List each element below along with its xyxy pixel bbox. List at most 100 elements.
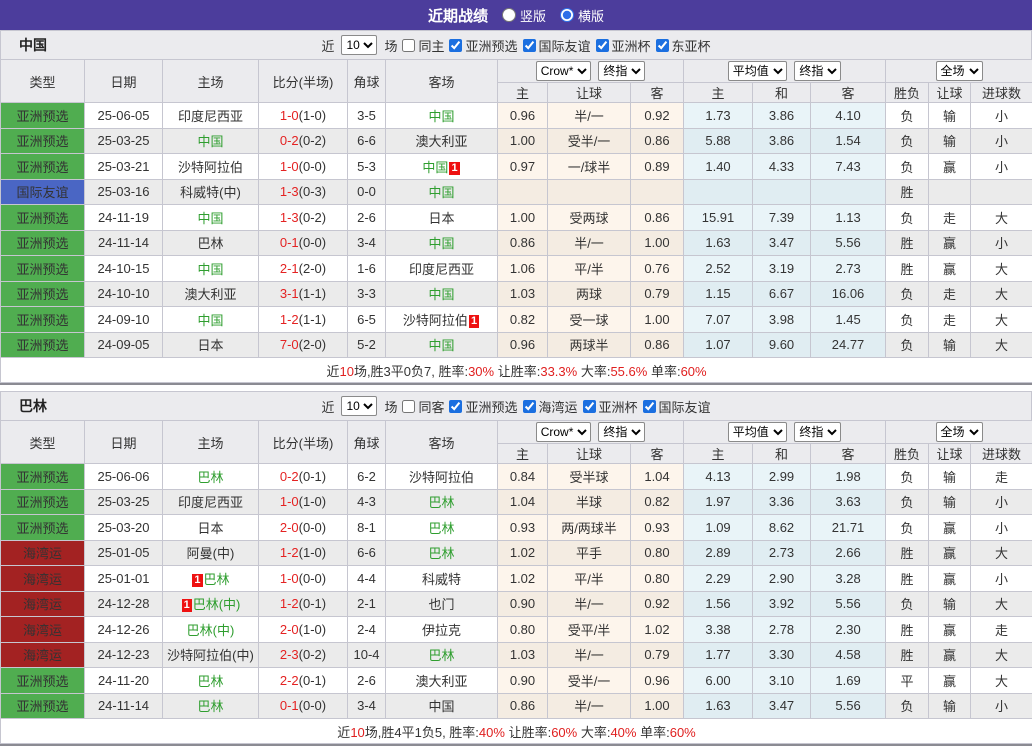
- same-venue-checkbox[interactable]: [402, 39, 415, 52]
- avg-draw-odds-cell: 6.67: [753, 281, 811, 307]
- bookmaker-select[interactable]: Crow*: [536, 61, 591, 81]
- competition-checkbox[interactable]: [449, 400, 462, 413]
- fulltime-score: 0-2: [280, 133, 299, 148]
- bookmaker-select[interactable]: Crow*: [536, 422, 591, 442]
- avg-home-odds-cell: 1.09: [684, 515, 753, 541]
- avg-draw-odds-cell: 3.86: [753, 128, 811, 154]
- competition-checkbox[interactable]: [656, 39, 669, 52]
- result-scope-group: 全场: [886, 421, 1032, 444]
- bookmaker-handicap-cell: 两球: [548, 281, 631, 307]
- matches-table: 类型 日期 主场 比分(半场) 角球 客场 Crow* 终指 平均值 终指: [0, 59, 1032, 383]
- competition-option[interactable]: 亚洲预选: [449, 36, 517, 55]
- score-cell: 7-0(2-0): [259, 332, 348, 358]
- recent-count-select[interactable]: 10: [341, 396, 377, 416]
- result-handicap-cell: 赢: [929, 154, 971, 180]
- bookmaker-home-odds-cell: 0.82: [498, 307, 548, 333]
- competition-option[interactable]: 国际友谊: [523, 36, 591, 55]
- avg-draw-odds-cell: 3.92: [753, 591, 811, 617]
- result-goals-cell: 走: [971, 464, 1032, 490]
- average-odds-type-select[interactable]: 终指: [794, 61, 841, 81]
- halftime-score: (0-1): [299, 596, 326, 611]
- layout-vertical-option[interactable]: 竖版: [502, 6, 546, 25]
- competition-option[interactable]: 亚洲预选: [449, 397, 517, 416]
- home-team-name: 巴林(中): [187, 623, 235, 638]
- summary-segment: 60%: [551, 725, 577, 740]
- halftime-score: (0-0): [299, 571, 326, 586]
- average-select[interactable]: 平均值: [728, 61, 787, 81]
- home-team-cell: 科威特(中): [163, 179, 259, 205]
- avg-draw-odds-cell: 3.30: [753, 642, 811, 668]
- result-winloss-cell: 胜: [886, 566, 929, 592]
- bookmaker-odds-type-select[interactable]: 终指: [598, 422, 645, 442]
- type-cell: 亚洲预选: [1, 103, 85, 129]
- avg-home-odds-cell: [684, 179, 753, 205]
- filter-bar: 近 10 场 同客 亚洲预选海湾运亚洲杯国际友谊: [321, 396, 710, 416]
- competition-option[interactable]: 海湾运: [523, 397, 578, 416]
- average-select[interactable]: 平均值: [728, 422, 787, 442]
- col-corners-header: 角球: [348, 421, 386, 464]
- score-cell: 1-2(1-1): [259, 307, 348, 333]
- result-winloss-cell: 负: [886, 464, 929, 490]
- vertical-radio[interactable]: [502, 8, 516, 22]
- away-team-cell: 中国: [386, 693, 498, 719]
- competition-checkbox[interactable]: [583, 400, 596, 413]
- bookmaker-away-odds-cell: 1.02: [631, 617, 684, 643]
- corners-cell: 6-6: [348, 128, 386, 154]
- date-cell: 24-11-19: [85, 205, 163, 231]
- result-winloss-cell: 胜: [886, 617, 929, 643]
- competition-checkbox[interactable]: [449, 39, 462, 52]
- recent-count-select[interactable]: 10: [341, 35, 377, 55]
- matches-label: 场: [384, 397, 397, 416]
- home-team-cell: 巴林: [163, 693, 259, 719]
- avg-draw-odds-cell: 3.98: [753, 307, 811, 333]
- result-goals-cell: 小: [971, 230, 1032, 256]
- away-team-cell: 科威特: [386, 566, 498, 592]
- summary-text: 近10场,胜3平0负7, 胜率:30% 让胜率:33.3% 大率:55.6% 单…: [1, 358, 1032, 383]
- summary-segment: 大率:: [577, 725, 610, 740]
- halftime-score: (0-2): [299, 133, 326, 148]
- competition-checkbox[interactable]: [523, 400, 536, 413]
- competition-checkbox[interactable]: [596, 39, 609, 52]
- home-team-cell: 印度尼西亚: [163, 103, 259, 129]
- corners-cell: 8-1: [348, 515, 386, 541]
- scope-select[interactable]: 全场: [936, 422, 983, 442]
- col-home-header: 主场: [163, 60, 259, 103]
- same-venue-option[interactable]: 同客: [402, 397, 444, 416]
- competition-option[interactable]: 亚洲杯: [583, 397, 638, 416]
- result-winloss-cell: 平: [886, 668, 929, 694]
- col-home-header: 主场: [163, 421, 259, 464]
- competition-option[interactable]: 东亚杯: [656, 36, 711, 55]
- bookmaker-handicap-cell: 半/一: [548, 591, 631, 617]
- avg-away-odds-cell: 16.06: [811, 281, 886, 307]
- competition-checkbox[interactable]: [643, 400, 656, 413]
- avg-draw-header: 和: [753, 83, 811, 103]
- result-handicap-cell: 输: [929, 489, 971, 515]
- bookmaker-odds-type-select[interactable]: 终指: [598, 61, 645, 81]
- home-team-name: 日本: [197, 521, 223, 536]
- competition-option[interactable]: 国际友谊: [643, 397, 711, 416]
- col-score-header: 比分(半场): [259, 421, 348, 464]
- same-venue-option[interactable]: 同主: [402, 36, 444, 55]
- summary-segment: 近: [337, 725, 350, 740]
- away-team-name: 巴林: [428, 495, 454, 510]
- competition-checkbox[interactable]: [523, 39, 536, 52]
- result-handicap-cell: 赢: [929, 540, 971, 566]
- away-team-cell: 中国: [386, 179, 498, 205]
- average-odds-type-select[interactable]: 终指: [794, 422, 841, 442]
- fulltime-score: 1-0: [280, 108, 299, 123]
- col-type-header: 类型: [1, 60, 85, 103]
- fulltime-score: 2-0: [280, 520, 299, 535]
- fulltime-score: 0-1: [280, 698, 299, 713]
- horizontal-radio[interactable]: [560, 8, 574, 22]
- summary-segment: 33.3%: [540, 364, 577, 379]
- result-goals-cell: 小: [971, 128, 1032, 154]
- average-odds-group: 平均值 终指: [684, 60, 886, 83]
- avg-home-odds-cell: 2.52: [684, 256, 753, 282]
- home-team-name: 巴林(中): [193, 597, 241, 612]
- result-goals-cell: 小: [971, 693, 1032, 719]
- result-goals-cell: 小: [971, 566, 1032, 592]
- competition-option[interactable]: 亚洲杯: [596, 36, 651, 55]
- layout-horizontal-option[interactable]: 横版: [560, 6, 604, 25]
- same-venue-checkbox[interactable]: [402, 400, 415, 413]
- scope-select[interactable]: 全场: [936, 61, 983, 81]
